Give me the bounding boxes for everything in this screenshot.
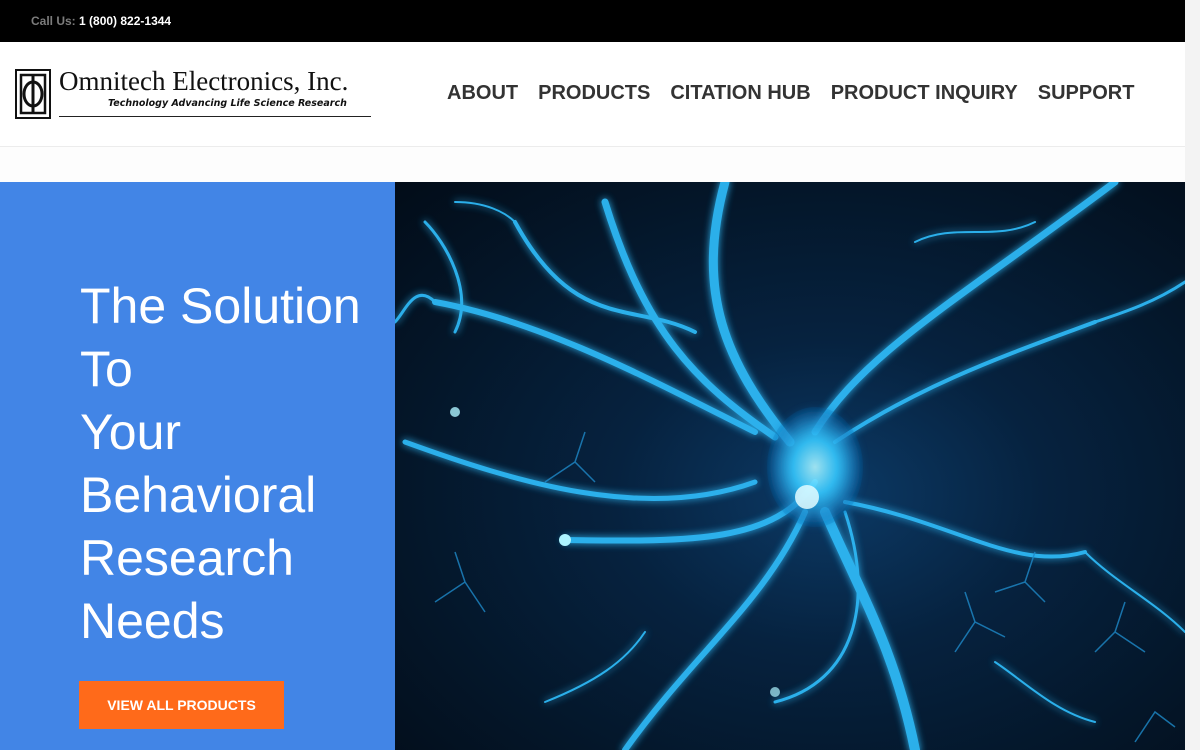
hero-title: The Solution To Your Behavioral Research… [80, 275, 390, 653]
neuron-illustration-icon [395, 182, 1185, 750]
call-us: Call Us: 1 (800) 822-1344 [31, 14, 171, 28]
hero-title-line: Needs [80, 593, 225, 649]
nav-support[interactable]: SUPPORT [1028, 82, 1145, 105]
call-us-label: Call Us: [31, 14, 76, 28]
logo-underline [59, 116, 371, 117]
hero-title-line: Behavioral [80, 467, 317, 523]
nav-citation-hub[interactable]: CITATION HUB [660, 82, 820, 105]
logo-mark-icon [15, 69, 51, 119]
hero-title-line: Research [80, 530, 294, 586]
scrollbar[interactable] [1185, 0, 1200, 750]
header-spacer [0, 147, 1185, 182]
phone-number[interactable]: 1 (800) 822-1344 [79, 14, 171, 28]
main-nav: ABOUT PRODUCTS CITATION HUB PRODUCT INQU… [447, 82, 1144, 105]
nav-product-inquiry[interactable]: PRODUCT INQUIRY [821, 82, 1028, 105]
top-bar: Call Us: 1 (800) 822-1344 [0, 0, 1185, 42]
hero-title-line: To [80, 341, 133, 397]
brand-tagline: Technology Advancing Life Science Resear… [108, 98, 347, 109]
view-all-products-button[interactable]: VIEW ALL PRODUCTS [79, 681, 284, 729]
company-logo[interactable]: Omnitech Electronics, Inc. Technology Ad… [15, 66, 371, 119]
hero-image [395, 182, 1185, 750]
brand-name: Omnitech Electronics, Inc. [59, 66, 349, 96]
nav-products[interactable]: PRODUCTS [528, 82, 660, 105]
hero-title-line: Your [80, 404, 182, 460]
hero-text-panel: The Solution To Your Behavioral Research… [0, 182, 395, 750]
site-header: Omnitech Electronics, Inc. Technology Ad… [0, 42, 1185, 147]
hero-title-line: The Solution [80, 278, 361, 334]
nav-about[interactable]: ABOUT [447, 82, 528, 105]
